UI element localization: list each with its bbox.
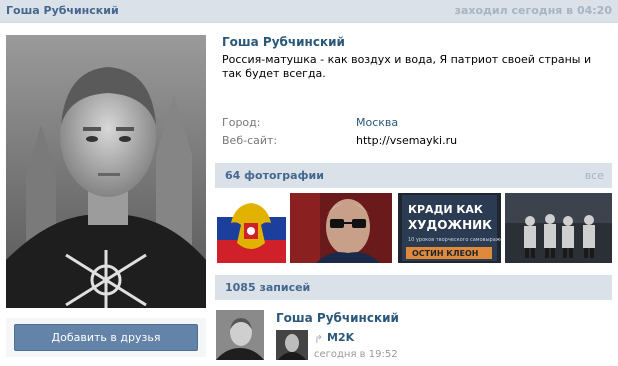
book-subtitle: 10 уроков творческого самовыражения (408, 237, 501, 243)
post-author-name[interactable]: Гоша Рубчинский (276, 311, 399, 325)
photos-header[interactable]: 64 фотографии все (215, 163, 612, 188)
page-title: Гоша Рубчинский (222, 35, 345, 49)
avatar-image (6, 35, 206, 308)
profile-avatar[interactable] (6, 35, 206, 308)
photo-thumb-group[interactable] (505, 193, 612, 263)
info-label-city: Город: (222, 116, 261, 129)
book-title-line2: ХУДОЖНИК (408, 218, 492, 232)
photos-strip: КРАДИ КАК ХУДОЖНИК 10 уроков творческого… (215, 193, 612, 263)
wall-title[interactable]: 1085 записей (225, 281, 310, 294)
info-value-city[interactable]: Москва (356, 116, 398, 129)
repost-source-name[interactable]: M2K (327, 331, 354, 344)
wall-header[interactable]: 1085 записей (215, 275, 612, 300)
info-value-website[interactable]: http://vsemayki.ru (356, 134, 457, 147)
photo-thumb-coat-of-arms[interactable] (217, 193, 286, 263)
photos-title[interactable]: 64 фотографии (225, 169, 324, 182)
repost-arrow-icon: ↱ (314, 333, 324, 346)
top-bar: Гоша Рубчинский заходил сегодня в 04:20 (0, 0, 618, 23)
status-text: Россия-матушка - как воздух и вода, Я па… (222, 53, 592, 80)
info-label-website: Веб-сайт: (222, 134, 278, 147)
photo-thumb-portrait[interactable] (290, 193, 392, 263)
post-timestamp[interactable]: сегодня в 19:52 (314, 349, 398, 360)
last-seen-status: заходил сегодня в 04:20 (454, 4, 612, 17)
post-author-avatar[interactable] (216, 310, 264, 360)
book-author: ОСТИН КЛЕОН (412, 249, 478, 258)
add-friend-button[interactable]: Добавить в друзья (14, 324, 198, 351)
header-name[interactable]: Гоша Рубчинский (6, 4, 119, 17)
book-title-line1: КРАДИ КАК (408, 203, 483, 216)
photo-thumb-book[interactable]: КРАДИ КАК ХУДОЖНИК 10 уроков творческого… (398, 193, 501, 263)
repost-source-avatar[interactable] (276, 330, 308, 360)
photos-all-link[interactable]: все (585, 169, 604, 182)
